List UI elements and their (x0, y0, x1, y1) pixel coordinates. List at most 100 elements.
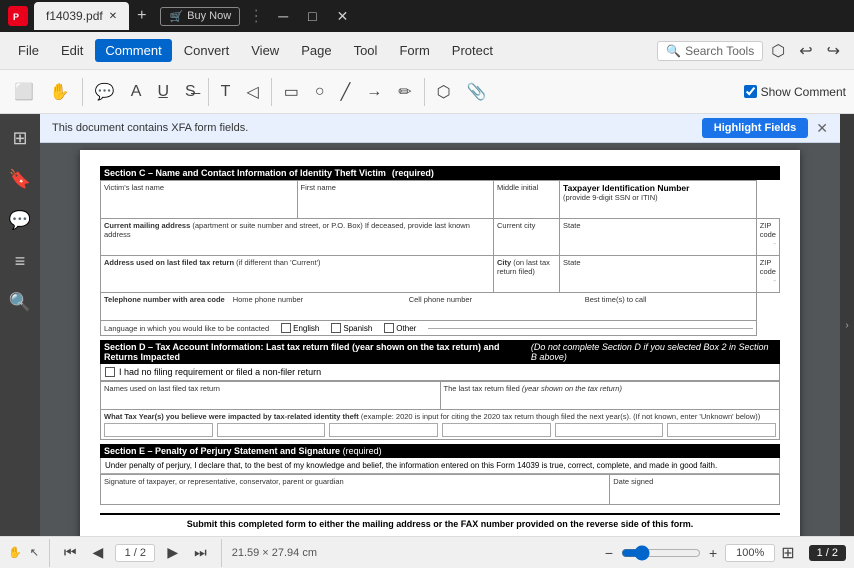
impacted-field-3[interactable] (329, 423, 438, 437)
callout-button[interactable]: ◁ (240, 78, 264, 106)
menu-protect[interactable]: Protect (442, 39, 503, 62)
menu-convert[interactable]: Convert (174, 39, 240, 62)
cursor-tool-icon[interactable]: ↖ (30, 546, 39, 559)
sidebar-layers-icon[interactable]: ≡ (9, 245, 32, 278)
other-label: Other (396, 324, 416, 333)
last-page-button[interactable]: ⏭ (190, 542, 211, 563)
stamp-button[interactable]: ⬡ (431, 78, 457, 106)
zip-label-1: ZIP code (760, 221, 776, 239)
penalty-text: Under penalty of perjury, I declare that… (105, 461, 775, 470)
prev-page-button[interactable]: ◀ (89, 542, 108, 563)
document-area[interactable]: This document contains XFA form fields. … (40, 114, 840, 536)
underline-button[interactable]: U̲ (151, 79, 175, 105)
sidebar-comment-icon[interactable]: 💬 (3, 204, 37, 237)
taxpayer-id-field[interactable] (563, 202, 753, 216)
home-phone-field[interactable] (233, 304, 401, 318)
names-last-return-field[interactable] (104, 393, 437, 407)
hand-tool-button[interactable]: ✋ (44, 78, 76, 106)
page-size-label: 21.59 × 27.94 cm (232, 547, 317, 559)
menu-tool[interactable]: Tool (344, 39, 388, 62)
middle-initial-field[interactable] (497, 192, 556, 206)
new-tab-button[interactable]: + (131, 5, 152, 27)
impacted-field-2[interactable] (217, 423, 326, 437)
show-comment-checkbox[interactable] (744, 85, 757, 98)
next-page-button[interactable]: ▶ (163, 542, 182, 563)
state-field-1[interactable] (563, 230, 753, 244)
english-checkbox-group: English (281, 323, 319, 333)
section-c-required: (required) (392, 168, 434, 178)
english-checkbox[interactable] (281, 323, 291, 333)
undo-button[interactable]: ↩ (793, 37, 818, 65)
tel-title: Telephone number with area code (104, 295, 225, 304)
pdf-tab[interactable]: f14039.pdf ✕ (34, 2, 129, 30)
last-return-field[interactable] (444, 393, 777, 407)
menu-page[interactable]: Page (291, 39, 341, 62)
mailing-address-label: Current mailing address (apartment or su… (104, 221, 490, 239)
prev-address-field[interactable] (104, 267, 490, 281)
buy-now-button[interactable]: 🛒 Buy Now (160, 7, 240, 26)
toolbar-right: Show Comment (744, 85, 846, 99)
first-name-field[interactable] (301, 192, 490, 206)
no-filing-checkbox[interactable] (105, 367, 115, 377)
zoom-percent-display[interactable]: 100% (725, 544, 775, 562)
fit-page-button[interactable]: ⊞ (779, 541, 796, 565)
title-bar: P f14039.pdf ✕ + 🛒 Buy Now ⋮ ─ □ ✕ (0, 0, 854, 32)
first-page-button[interactable]: ⏮ (60, 542, 81, 563)
text-box-button[interactable]: T (215, 79, 237, 105)
search-tools[interactable]: 🔍 Search Tools (657, 41, 763, 61)
sidebar-page-icon[interactable]: ⊞ (6, 122, 33, 155)
zoom-slider[interactable] (621, 545, 701, 561)
redo-button[interactable]: ↪ (821, 37, 846, 65)
arrow-button[interactable]: → (360, 79, 388, 105)
notification-close-button[interactable]: ✕ (816, 120, 828, 137)
sticky-note-button[interactable]: 💬 (89, 78, 121, 106)
middle-initial-label: Middle initial (497, 183, 556, 192)
impacted-field-1[interactable] (104, 423, 213, 437)
impacted-field-4[interactable] (442, 423, 551, 437)
rectangle-button[interactable]: ▭ (278, 78, 305, 106)
sidebar-bookmark-icon[interactable]: 🔖 (3, 163, 37, 196)
menu-file[interactable]: File (8, 39, 49, 62)
tab-close-button[interactable]: ✕ (109, 11, 117, 22)
highlight-fields-button[interactable]: Highlight Fields (702, 118, 809, 138)
other-checkbox[interactable] (384, 323, 394, 333)
highlight-button[interactable]: A (125, 79, 148, 105)
date-signed-field[interactable] (613, 486, 776, 502)
minimize-button[interactable]: ─ (272, 6, 294, 26)
show-comment-toggle[interactable]: Show Comment (744, 85, 846, 99)
first-name-cell: First name (297, 181, 493, 219)
current-city-field[interactable] (497, 230, 556, 244)
menu-comment[interactable]: Comment (95, 39, 171, 62)
spanish-checkbox[interactable] (331, 323, 341, 333)
sidebar-search-icon[interactable]: 🔍 (3, 286, 37, 319)
page-number-display[interactable]: 1 / 2 (115, 544, 155, 562)
prev-city-field[interactable] (497, 276, 556, 290)
pencil-button[interactable]: ✏ (392, 78, 417, 106)
last-name-field[interactable] (104, 192, 294, 206)
attach-button[interactable]: 📎 (461, 78, 493, 106)
pan-tool-icon[interactable]: ✋ (8, 546, 22, 559)
zip-field-2[interactable]: - (760, 276, 776, 290)
mailing-address-field[interactable] (104, 239, 490, 253)
select-button[interactable]: ⬜ (8, 78, 40, 106)
signature-field[interactable] (104, 486, 606, 502)
state-field-2[interactable] (563, 267, 753, 281)
best-times-field[interactable] (585, 304, 753, 318)
zip-field-1[interactable]: - (760, 239, 776, 253)
menu-edit[interactable]: Edit (51, 39, 93, 62)
zoom-in-button[interactable]: + (705, 543, 721, 563)
external-link-button[interactable]: ⬡ (765, 37, 791, 65)
zoom-out-button[interactable]: − (601, 543, 617, 563)
oval-button[interactable]: ○ (309, 79, 331, 105)
maximize-button[interactable]: □ (302, 6, 322, 26)
impacted-field-5[interactable] (555, 423, 664, 437)
line-button[interactable]: ╱ (335, 78, 357, 106)
home-phone-label: Home phone number (233, 295, 401, 304)
menu-view[interactable]: View (241, 39, 289, 62)
impacted-field-6[interactable] (667, 423, 776, 437)
strikeout-button[interactable]: S̶ (179, 79, 202, 105)
close-button[interactable]: ✕ (331, 6, 355, 27)
right-sidebar-toggle[interactable]: › (840, 114, 854, 536)
menu-form[interactable]: Form (389, 39, 439, 62)
cell-phone-field[interactable] (409, 304, 577, 318)
